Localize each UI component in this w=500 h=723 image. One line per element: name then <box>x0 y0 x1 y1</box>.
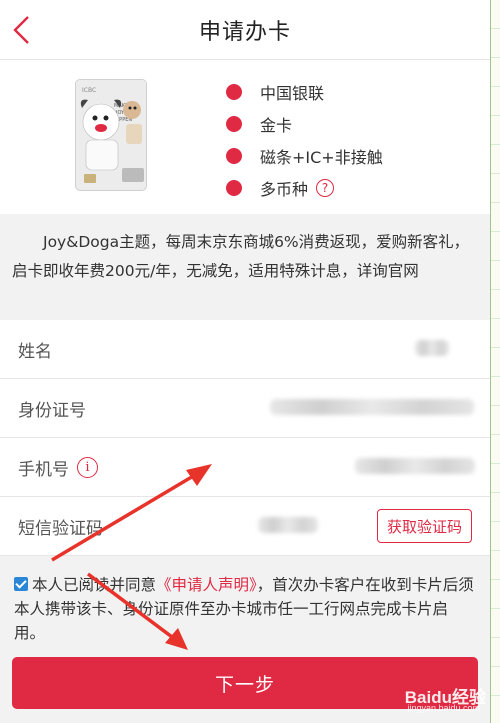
card-feature-list: 中国银联 金卡 磁条+IC+非接触 多币种 ? <box>226 76 383 204</box>
agree-checkbox[interactable] <box>14 577 28 591</box>
applicant-statement-link[interactable]: 《申请人声明》 <box>156 576 257 594</box>
app-header: 申请办卡 <box>0 0 490 60</box>
agreement-prefix: 本人已阅读并同意 <box>32 576 157 594</box>
get-code-button[interactable]: 获取验证码 <box>377 509 472 543</box>
window-edge-strip <box>490 0 500 723</box>
watermark-url: jingyan.baidu.com <box>407 703 480 713</box>
bullet-dot-icon <box>226 148 242 164</box>
sms-code-field-blurred[interactable] <box>258 517 318 533</box>
phone-row: 手机号 i <box>0 438 490 497</box>
phone-field-blurred[interactable] <box>355 458 475 474</box>
feature-item: 金卡 <box>226 108 383 140</box>
name-field-blurred[interactable] <box>415 340 449 356</box>
bullet-dot-icon <box>226 84 242 100</box>
card-info-section: ICBC MAKE JOY HAPPEN 中国银联 金卡 磁条+IC+非接触 多… <box>0 60 490 214</box>
id-number-row: 身份证号 <box>0 379 490 438</box>
card-description: Joy&Doga主题，每周末京东商城6%消费返现，爱购新客礼，启卡即收年费200… <box>0 214 490 320</box>
page-title: 申请办卡 <box>198 20 291 45</box>
id-number-field-blurred[interactable] <box>270 399 474 415</box>
info-icon[interactable]: i <box>77 456 98 478</box>
card-illustration: ICBC MAKE JOY HAPPEN <box>76 80 146 190</box>
feature-text: 金卡 <box>260 116 293 135</box>
feature-text: 中国银联 <box>260 84 325 103</box>
phone-label: 手机号 <box>18 459 69 480</box>
agreement-section: 本人已阅读并同意《申请人声明》，首次办卡客户在收到卡片后须本人携带该卡、身份证原… <box>0 557 490 655</box>
baidu-watermark: Baidu经验 jingyan.baidu.com <box>366 683 486 717</box>
feature-item: 中国银联 <box>226 76 383 108</box>
application-form: 姓名 身份证号 手机号 i 短信验证码 获取验证码 <box>0 320 490 556</box>
feature-text: 磁条+IC+非接触 <box>260 148 383 167</box>
id-number-label: 身份证号 <box>18 400 86 421</box>
card-image: ICBC MAKE JOY HAPPEN <box>75 79 147 191</box>
card-bank-text: ICBC <box>82 87 96 94</box>
feature-text: 多币种 <box>260 180 309 199</box>
feature-item: 磁条+IC+非接触 <box>226 140 383 172</box>
bullet-dot-icon <box>226 180 242 196</box>
sms-code-label: 短信验证码 <box>18 518 103 539</box>
name-label: 姓名 <box>18 341 52 362</box>
bullet-dot-icon <box>226 116 242 132</box>
feature-item: 多币种 ? <box>226 172 383 204</box>
name-row: 姓名 <box>0 320 490 379</box>
sms-code-row: 短信验证码 获取验证码 <box>0 497 490 556</box>
question-mark-icon[interactable]: ? <box>316 179 335 197</box>
